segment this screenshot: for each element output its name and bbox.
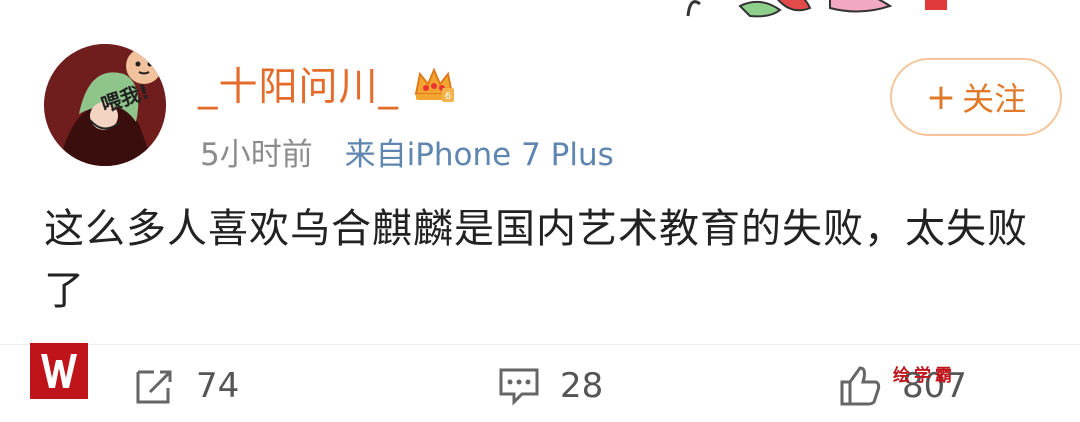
- post-text: 这么多人喜欢乌合麒麟是国内艺术教育的失败，太失败了: [44, 206, 1028, 314]
- comment-icon: [499, 368, 539, 406]
- follow-label: 关注: [962, 80, 1027, 118]
- avatar[interactable]: 喂我!: [44, 44, 166, 166]
- vip-crown-icon: 6: [414, 67, 454, 102]
- divider: [0, 344, 1080, 345]
- username[interactable]: _十阳问川_: [198, 56, 399, 112]
- repost-icon: [136, 370, 172, 404]
- post-time: 5小时前: [200, 137, 313, 173]
- like-icon: [840, 366, 881, 406]
- post-source[interactable]: 来自iPhone 7 Plus: [345, 137, 614, 173]
- watermark-logo: [30, 343, 88, 399]
- previous-post-edge: [0, 0, 1080, 18]
- comment-button[interactable]: 28: [496, 356, 603, 416]
- watermark-w-icon: [41, 354, 77, 388]
- vip-level: 6: [445, 91, 451, 102]
- post-meta: 5小时前 来自iPhone 7 Plus: [200, 129, 614, 174]
- repost-button[interactable]: 74: [132, 356, 239, 416]
- sticker-art-fragment: [686, 0, 947, 18]
- repost-count: 74: [196, 366, 240, 406]
- comment-count: 28: [560, 366, 604, 406]
- plus-icon: +: [925, 76, 957, 118]
- watermark-text: 绘学霸: [893, 366, 956, 386]
- follow-button[interactable]: + 关注: [890, 58, 1062, 136]
